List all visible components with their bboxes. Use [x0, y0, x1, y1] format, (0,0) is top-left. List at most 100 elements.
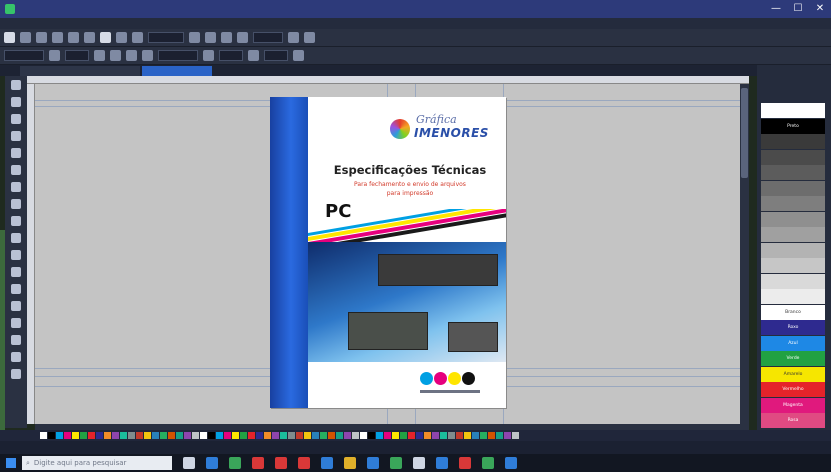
palette-chip[interactable] — [184, 432, 191, 439]
palette-chip[interactable] — [216, 432, 223, 439]
palette-chip[interactable] — [72, 432, 79, 439]
app-icon-red-3[interactable] — [298, 457, 310, 469]
palette-chip[interactable] — [112, 432, 119, 439]
palette-swatch[interactable]: Azul — [761, 335, 825, 351]
palette-chip[interactable] — [256, 432, 263, 439]
palette-swatch[interactable] — [761, 242, 825, 258]
palette-chip[interactable] — [400, 432, 407, 439]
palette-chip[interactable] — [40, 432, 47, 439]
coreldraw-icon[interactable] — [229, 457, 241, 469]
duplicate-distance-input[interactable] — [264, 50, 288, 61]
palette-chip[interactable] — [144, 432, 151, 439]
palette-chip[interactable] — [448, 432, 455, 439]
palette-chip[interactable] — [424, 432, 431, 439]
palette-chip[interactable] — [232, 432, 239, 439]
palette-swatch[interactable] — [761, 134, 825, 149]
app-icon-blue-3[interactable] — [436, 457, 448, 469]
palette-chip[interactable] — [48, 432, 55, 439]
palette-chip[interactable] — [304, 432, 311, 439]
shape-tool-icon[interactable] — [11, 97, 21, 107]
rectangle-tool-icon[interactable] — [11, 182, 21, 192]
settings-icon[interactable] — [288, 32, 299, 43]
print-icon[interactable] — [52, 32, 63, 43]
drop-shadow-tool-icon[interactable] — [11, 284, 21, 294]
app-icon-blue-1[interactable] — [321, 457, 333, 469]
zoom-select[interactable] — [148, 32, 184, 43]
palette-chip[interactable] — [456, 432, 463, 439]
palette-chip[interactable] — [512, 432, 519, 439]
portrait-icon[interactable] — [94, 50, 105, 61]
smart-fill-tool-icon[interactable] — [11, 352, 21, 362]
palette-chip[interactable] — [488, 432, 495, 439]
palette-swatch[interactable] — [761, 149, 825, 165]
palette-swatch[interactable]: Preto — [761, 118, 825, 134]
palette-swatch[interactable]: Vermelho — [761, 382, 825, 397]
app-icon-blue-4[interactable] — [505, 457, 517, 469]
palette-chip[interactable] — [336, 432, 343, 439]
drawing-canvas[interactable]: Gráfica IMENORES Especificações Técnicas… — [35, 84, 749, 424]
app-icon-green-2[interactable] — [482, 457, 494, 469]
page-size-select[interactable] — [4, 50, 44, 61]
nudge-input[interactable] — [219, 50, 243, 61]
palette-chip[interactable] — [64, 432, 71, 439]
maximize-button[interactable]: ☐ — [787, 0, 809, 18]
snap-icon[interactable] — [237, 32, 248, 43]
palette-chip[interactable] — [504, 432, 511, 439]
palette-chip[interactable] — [96, 432, 103, 439]
palette-chip[interactable] — [480, 432, 487, 439]
palette-chip[interactable] — [368, 432, 375, 439]
full-screen-icon[interactable] — [189, 32, 200, 43]
palette-chip[interactable] — [200, 432, 207, 439]
zoom-tool-icon[interactable] — [11, 131, 21, 141]
all-pages-icon[interactable] — [126, 50, 137, 61]
palette-swatch[interactable] — [761, 196, 825, 211]
pick-tool-icon[interactable] — [11, 80, 21, 90]
palette-chip[interactable] — [280, 432, 287, 439]
app-icon-white[interactable] — [413, 457, 425, 469]
palette-chip[interactable] — [128, 432, 135, 439]
close-button[interactable]: ✕ — [809, 0, 831, 18]
palette-chip[interactable] — [472, 432, 479, 439]
options-icon[interactable] — [293, 50, 304, 61]
palette-swatch[interactable] — [761, 227, 825, 242]
vertical-scrollbar[interactable] — [740, 84, 749, 424]
nudge-icon[interactable] — [203, 50, 214, 61]
palette-chip[interactable] — [192, 432, 199, 439]
page-width-icon[interactable] — [49, 50, 60, 61]
palette-chip[interactable] — [240, 432, 247, 439]
palette-swatch[interactable] — [761, 211, 825, 227]
palette-chip[interactable] — [152, 432, 159, 439]
palette-swatch[interactable]: Amarelo — [761, 366, 825, 382]
save-icon[interactable] — [36, 32, 47, 43]
palette-swatch[interactable] — [761, 103, 825, 118]
palette-chip[interactable] — [464, 432, 471, 439]
palette-swatch[interactable] — [761, 165, 825, 180]
palette-swatch[interactable] — [761, 273, 825, 289]
artistic-media-tool-icon[interactable] — [11, 165, 21, 175]
app-icon-red-1[interactable] — [252, 457, 264, 469]
edge-icon[interactable] — [206, 457, 218, 469]
palette-chip[interactable] — [296, 432, 303, 439]
palette-swatch[interactable]: Rosa — [761, 413, 825, 428]
current-page-icon[interactable] — [142, 50, 153, 61]
palette-chip[interactable] — [408, 432, 415, 439]
document-page[interactable]: Gráfica IMENORES Especificações Técnicas… — [270, 97, 506, 408]
palette-chip[interactable] — [272, 432, 279, 439]
palette-chip[interactable] — [264, 432, 271, 439]
redo-icon[interactable] — [84, 32, 95, 43]
export-icon[interactable] — [132, 32, 143, 43]
palette-chip[interactable] — [120, 432, 127, 439]
units-select[interactable] — [158, 50, 198, 61]
ellipse-tool-icon[interactable] — [11, 199, 21, 209]
new-document-icon[interactable] — [4, 32, 15, 43]
palette-chip[interactable] — [496, 432, 503, 439]
text-tool-icon[interactable] — [11, 233, 21, 243]
eyedropper-tool-icon[interactable] — [11, 318, 21, 328]
taskbar-search[interactable]: ⌕ Digite aqui para pesquisar — [22, 456, 172, 470]
tab-active[interactable] — [142, 66, 212, 76]
palette-swatch[interactable] — [761, 258, 825, 273]
palette-chip[interactable] — [208, 432, 215, 439]
palette-chip[interactable] — [352, 432, 359, 439]
import-icon[interactable] — [116, 32, 127, 43]
palette-swatch[interactable]: Magenta — [761, 397, 825, 413]
